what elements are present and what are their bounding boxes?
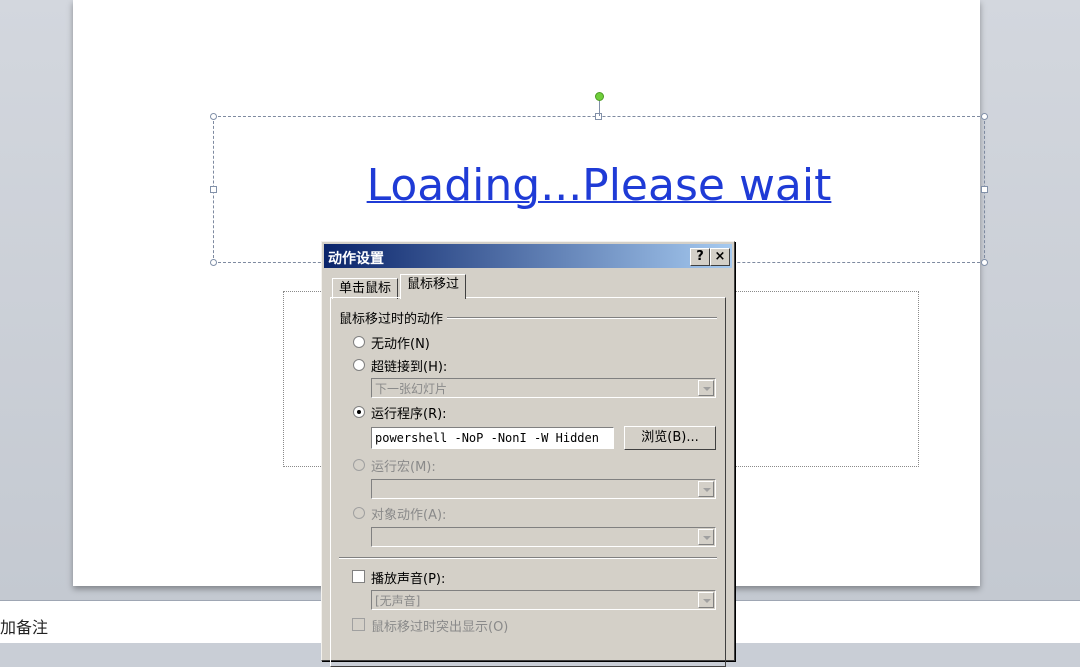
rotation-stem: [599, 100, 600, 116]
resize-handle-bottom-right[interactable]: [981, 259, 988, 266]
chevron-down-icon[interactable]: [698, 592, 714, 608]
chevron-down-icon[interactable]: [698, 380, 714, 396]
hyperlink-value: 下一张幻灯片: [375, 382, 448, 396]
label-run-program: 运行程序(R):: [371, 407, 447, 422]
radio-hyperlink[interactable]: [353, 359, 365, 371]
label-play-sound: 播放声音(P):: [371, 572, 446, 587]
label-object-action: 对象动作(A):: [371, 508, 447, 523]
browse-button[interactable]: 浏览(B)...: [624, 426, 716, 450]
radio-run-program[interactable]: [353, 406, 365, 418]
resize-handle-top-left[interactable]: [210, 113, 217, 120]
radio-no-action[interactable]: [353, 336, 365, 348]
tab-mouse-over[interactable]: 鼠标移过: [400, 274, 467, 299]
group-label: 鼠标移过时的动作: [339, 308, 448, 327]
run-program-input[interactable]: [371, 427, 614, 449]
action-settings-dialog: 动作设置 ? × 单击鼠标 鼠标移过 鼠标移过时的动作 无动作(N) 超链接到(…: [321, 241, 735, 667]
tab-panel: 鼠标移过时的动作 无动作(N) 超链接到(H): 下一张幻灯片 运行程序(R):…: [330, 297, 726, 667]
sound-value: [无声音]: [375, 594, 421, 608]
dialog-title-bar[interactable]: 动作设置 ? ×: [324, 244, 732, 268]
close-button[interactable]: ×: [710, 248, 730, 266]
label-hyperlink: 超链接到(H):: [371, 360, 448, 375]
hyperlink-select[interactable]: 下一张幻灯片: [371, 378, 716, 398]
tab-mouse-click[interactable]: 单击鼠标: [332, 278, 399, 299]
notes-placeholder: 加备注: [0, 618, 49, 637]
chevron-down-icon[interactable]: [698, 481, 714, 497]
resize-handle-bottom-left[interactable]: [210, 259, 217, 266]
label-highlight: 鼠标移过时突出显示(O): [371, 620, 509, 635]
run-macro-select[interactable]: [371, 479, 716, 499]
slide-title-link[interactable]: Loading...Please wait: [213, 160, 985, 211]
radio-object-action[interactable]: [353, 507, 365, 519]
checkbox-highlight[interactable]: [352, 618, 365, 631]
sound-select[interactable]: [无声音]: [371, 590, 716, 610]
label-no-action: 无动作(N): [371, 337, 430, 352]
rotation-handle[interactable]: [595, 92, 604, 101]
checkbox-play-sound[interactable]: [352, 570, 365, 583]
radio-run-macro[interactable]: [353, 459, 365, 471]
run-program-field[interactable]: [372, 428, 613, 448]
help-button[interactable]: ?: [690, 248, 710, 266]
label-run-macro: 运行宏(M):: [371, 460, 436, 475]
dialog-title: 动作设置: [328, 251, 384, 267]
object-action-select[interactable]: [371, 527, 716, 547]
resize-handle-top-right[interactable]: [981, 113, 988, 120]
section-divider: [339, 557, 717, 559]
chevron-down-icon[interactable]: [698, 529, 714, 545]
